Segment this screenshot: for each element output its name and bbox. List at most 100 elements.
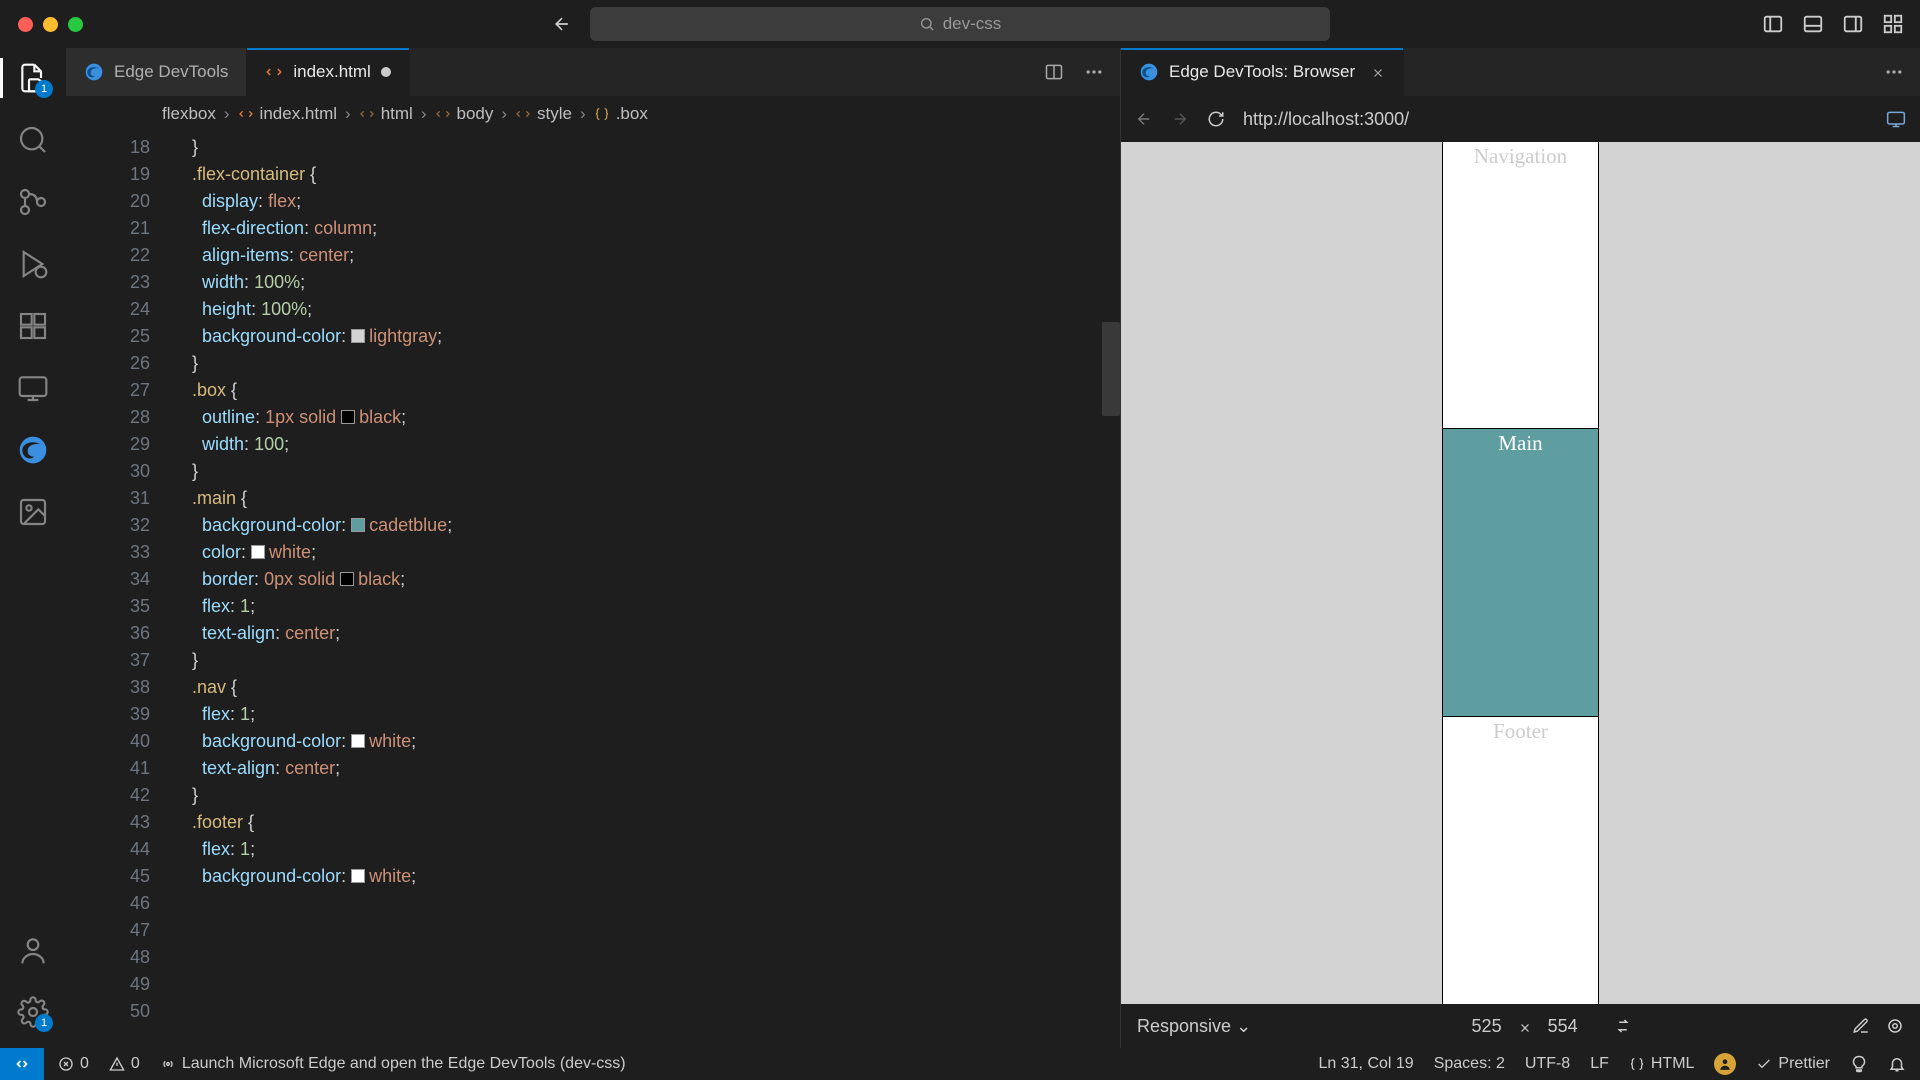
remote-icon [13, 1055, 31, 1073]
bell-icon[interactable] [1888, 1055, 1906, 1073]
command-center-search[interactable]: dev-css [590, 7, 1330, 41]
preview-stack: Navigation Main Footer [1443, 142, 1598, 1004]
close-window-button[interactable] [18, 17, 33, 32]
tab-label: index.html [293, 62, 370, 82]
remote-explorer-icon[interactable] [17, 372, 49, 404]
breadcrumb[interactable]: flexbox› index.html› html› body› style› … [66, 96, 1120, 132]
breadcrumb-item: index.html [238, 104, 337, 124]
explorer-badge: 1 [35, 80, 53, 98]
warning-icon [109, 1056, 125, 1072]
settings-gear-icon[interactable]: 1 [17, 996, 49, 1028]
devtools-address-bar: http://localhost:3000/ [1121, 96, 1920, 142]
run-debug-icon[interactable] [17, 248, 49, 280]
close-tab-icon[interactable] [1371, 65, 1385, 79]
feedback-icon[interactable] [1850, 1055, 1868, 1073]
braces-icon [1629, 1056, 1645, 1072]
editor-body[interactable]: 1819202122232425262728293031323334353637… [66, 132, 1120, 1048]
editor-actions [1044, 48, 1120, 96]
main-area: 1 1 Edge DevTools index.html [0, 48, 1920, 1048]
tag-icon [515, 106, 531, 122]
browser-back-icon[interactable] [1135, 110, 1153, 128]
extensions-icon[interactable] [17, 310, 49, 342]
search-text: dev-css [943, 14, 1002, 34]
accounts-icon[interactable] [17, 934, 49, 966]
edge-icon [1139, 62, 1159, 82]
errors-item[interactable]: 0 [58, 1055, 89, 1073]
status-bar: 0 0 Launch Microsoft Edge and open the E… [0, 1048, 1920, 1080]
reload-icon[interactable] [1207, 110, 1225, 128]
preview-nav: Navigation [1443, 142, 1598, 429]
copilot-badge[interactable] [1714, 1053, 1736, 1075]
toggle-panel-icon[interactable] [1802, 13, 1824, 35]
status-right: Ln 31, Col 19 Spaces: 2 UTF-8 LF HTML Pr… [1305, 1053, 1920, 1075]
window-controls [18, 17, 83, 32]
back-icon[interactable] [552, 14, 572, 34]
breadcrumb-item: body [435, 104, 494, 124]
broadcast-icon [160, 1056, 176, 1072]
tab-label: Edge DevTools: Browser [1169, 62, 1355, 82]
swap-dimensions-icon[interactable] [1614, 1017, 1632, 1035]
minimize-window-button[interactable] [43, 17, 58, 32]
tab-index-html[interactable]: index.html [247, 48, 409, 96]
toggle-secondary-sidebar-icon[interactable] [1842, 13, 1864, 35]
maximize-window-button[interactable] [68, 17, 83, 32]
browser-forward-icon[interactable] [1171, 110, 1189, 128]
editor-region: Edge DevTools index.html flexbox› index.… [66, 48, 1120, 1048]
check-icon [1756, 1056, 1772, 1072]
edge-icon [84, 62, 104, 82]
status-left: 0 0 Launch Microsoft Edge and open the E… [44, 1055, 640, 1073]
viewport-width[interactable]: 525 [1472, 1016, 1502, 1037]
open-devtools-icon[interactable] [1886, 109, 1906, 129]
scrollbar-thumb[interactable] [1102, 322, 1120, 416]
preview-footer: Footer [1443, 717, 1598, 1004]
tab-edge-devtools[interactable]: Edge DevTools [66, 48, 247, 96]
source-control-icon[interactable] [17, 186, 49, 218]
image-activity-icon[interactable] [17, 496, 49, 528]
prettier-item[interactable]: Prettier [1756, 1055, 1830, 1073]
tab-label: Edge DevTools [114, 62, 228, 82]
customize-layout-icon[interactable] [1882, 13, 1904, 35]
breadcrumb-item: .box [594, 104, 648, 124]
chevron-down-icon: ⌄ [1236, 1016, 1251, 1036]
breadcrumb-item: flexbox [162, 104, 216, 124]
url-text[interactable]: http://localhost:3000/ [1243, 109, 1868, 130]
split-editor-icon[interactable] [1044, 62, 1064, 82]
search-activity-icon[interactable] [17, 124, 49, 156]
editor-tabs: Edge DevTools index.html [66, 48, 1120, 96]
code-content[interactable]: } .flex-container { display: flex; flex-… [172, 132, 1120, 1048]
error-icon [58, 1056, 74, 1072]
language-mode[interactable]: HTML [1629, 1055, 1695, 1073]
viewport-height[interactable]: 554 [1548, 1016, 1578, 1037]
more-actions-icon[interactable] [1884, 62, 1904, 82]
warnings-item[interactable]: 0 [109, 1055, 140, 1073]
explorer-icon[interactable]: 1 [17, 62, 49, 94]
eol[interactable]: LF [1590, 1055, 1609, 1073]
person-icon [1718, 1057, 1732, 1071]
layout-controls [1762, 13, 1904, 35]
breadcrumb-item: style [515, 104, 572, 124]
launch-item[interactable]: Launch Microsoft Edge and open the Edge … [160, 1055, 626, 1073]
responsive-mode[interactable]: Responsive ⌄ [1137, 1016, 1251, 1037]
edit-icon[interactable] [1852, 1017, 1870, 1035]
css-rule-icon [594, 106, 610, 122]
devtools-viewport: Navigation Main Footer [1121, 142, 1920, 1004]
devtools-panel: Edge DevTools: Browser http://localhost:… [1120, 48, 1920, 1048]
edge-devtools-activity-icon[interactable] [17, 434, 49, 466]
html-file-icon [238, 106, 254, 122]
more-actions-icon[interactable] [1084, 62, 1104, 82]
preview-main: Main [1443, 429, 1598, 716]
tab-devtools-browser[interactable]: Edge DevTools: Browser [1121, 48, 1404, 96]
html-file-icon [265, 63, 283, 81]
settings-badge: 1 [35, 1014, 53, 1032]
devtools-tabs: Edge DevTools: Browser [1121, 48, 1920, 96]
encoding[interactable]: UTF-8 [1525, 1055, 1570, 1073]
remote-indicator[interactable] [0, 1048, 44, 1080]
search-icon [919, 16, 935, 32]
target-icon[interactable] [1886, 1017, 1904, 1035]
toggle-primary-sidebar-icon[interactable] [1762, 13, 1784, 35]
line-gutter: 1819202122232425262728293031323334353637… [66, 132, 172, 1048]
indentation[interactable]: Spaces: 2 [1434, 1055, 1505, 1073]
close-icon[interactable] [1518, 1019, 1532, 1033]
cursor-position[interactable]: Ln 31, Col 19 [1319, 1055, 1414, 1073]
tag-icon [359, 106, 375, 122]
